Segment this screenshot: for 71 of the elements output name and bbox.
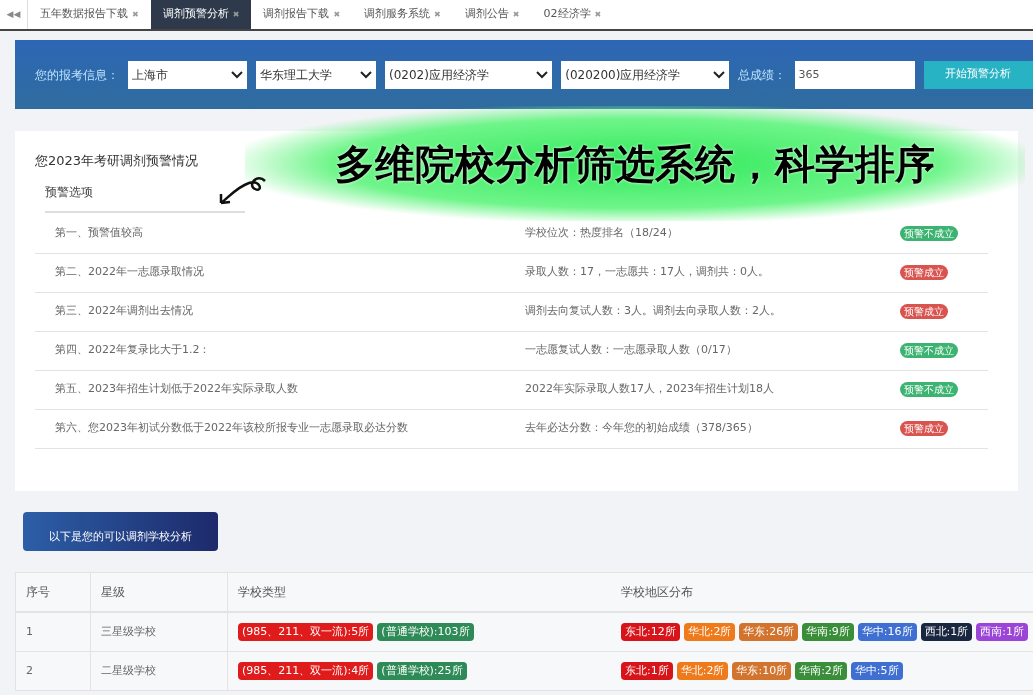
chevron-down-icon xyxy=(231,70,244,79)
warning-item: 第二、2022年一志愿录取情况 xyxy=(54,264,205,281)
card-title: 您2023年考研调剂预警情况 xyxy=(35,152,199,170)
status-badge: 预警不成立 xyxy=(900,226,958,241)
warning-item: 第一、预警值较高 xyxy=(54,225,144,242)
tag: 东北:12所 xyxy=(621,622,680,642)
tag: 华中:5所 xyxy=(850,661,903,681)
form-label: 您的报考信息： xyxy=(35,66,119,84)
tag: 华东:10所 xyxy=(732,661,792,681)
warning-detail: 学校位次：热度排名（18/24） xyxy=(525,225,679,242)
column-header: 序号 xyxy=(16,573,91,611)
tag: 华南:9所 xyxy=(802,622,854,642)
tag: 西南:1所 xyxy=(976,622,1028,642)
tag: 东北:1所 xyxy=(621,661,673,681)
column-header: 预警选项 xyxy=(45,182,245,213)
status-badge: 预警成立 xyxy=(900,304,948,319)
warning-detail: 调剂去向复试人数：3人。调剂去向录取人数：2人。 xyxy=(525,303,782,320)
dropdown[interactable]: (0202)应用经济学 xyxy=(384,60,553,89)
tab[interactable]: 调剂预警分析 ✖ xyxy=(150,0,252,29)
tab[interactable]: 调剂服务系统 ✖ xyxy=(352,0,453,29)
section-button[interactable]: 以下是您的可以调剂学校分析 xyxy=(23,512,218,551)
column-header: 星级 xyxy=(91,573,228,611)
dropdown[interactable]: (020200)应用经济学 xyxy=(561,60,729,89)
table-cell: 三星级学校 xyxy=(91,613,228,651)
tab-scroll-button[interactable]: ◀◀ xyxy=(0,0,28,29)
tag: (普通学校):25所 xyxy=(377,661,467,681)
warning-item: 第六、您2023年初试分数低于2022年该校所报专业一志愿录取必达分数 xyxy=(54,420,409,437)
tab-label: 调剂服务系统 xyxy=(364,6,431,23)
warning-item: 第三、2022年调剂出去情况 xyxy=(54,303,194,320)
tab[interactable]: 调剂公告 ✖ xyxy=(452,0,532,29)
status-badge: 预警成立 xyxy=(900,421,948,436)
chevron-down-icon xyxy=(536,70,549,79)
status-badge: 预警成立 xyxy=(900,265,948,280)
tab-label: 调剂公告 xyxy=(464,6,509,23)
tag: (985、211、双一流):5所 xyxy=(238,622,374,642)
tag: 华北:2所 xyxy=(676,661,729,681)
tab-label: 五年数据报告下载 xyxy=(40,6,128,23)
tab[interactable]: 调剂报告下载 ✖ xyxy=(251,0,353,29)
close-icon[interactable]: ✖ xyxy=(232,8,240,21)
table-cell: 二星级学校 xyxy=(91,652,228,690)
score-field[interactable]: 365 xyxy=(794,60,915,89)
status-badge: 预警不成立 xyxy=(900,382,958,397)
dropdown[interactable]: 上海市 xyxy=(128,60,248,89)
warning-detail: 一志愿复试人数：一志愿录取人数（0/17） xyxy=(525,342,738,359)
warning-item: 第五、2023年招生计划低于2022年实际录取人数 xyxy=(54,381,299,398)
tag: (普通学校):103所 xyxy=(377,622,474,642)
warning-detail: 去年必达分数：今年您的初始成绩（378/365） xyxy=(525,420,759,437)
dropdown[interactable]: 华东理工大学 xyxy=(256,60,376,89)
tag: 华南:2所 xyxy=(795,661,847,681)
status-badge: 预警不成立 xyxy=(900,343,958,358)
column-header: 学校地区分布 xyxy=(620,584,694,601)
table-cell: 1 xyxy=(16,613,91,651)
warning-detail: 2022年实际录取人数17人，2023年招生计划18人 xyxy=(525,381,775,398)
tab-label: 调剂预警分析 xyxy=(162,6,229,23)
chevron-down-icon xyxy=(359,70,372,79)
tag: 华东:26所 xyxy=(739,622,799,642)
tab[interactable]: 02经济学 ✖ xyxy=(531,0,614,29)
caption-text: 多维院校分析筛选系统，科学排序 xyxy=(335,139,935,189)
tab[interactable]: 五年数据报告下载 ✖ xyxy=(28,0,151,29)
tab-label: 02经济学 xyxy=(543,6,591,23)
tag: (985、211、双一流):4所 xyxy=(238,661,374,681)
warning-item: 第四、2022年复录比大于1.2： xyxy=(54,342,212,359)
score-label: 总成绩： xyxy=(737,66,786,84)
tag: 西北:1所 xyxy=(920,622,973,642)
tag: 华北:2所 xyxy=(683,622,736,642)
column-header: 学校类型 xyxy=(237,584,287,601)
tab-label: 调剂报告下载 xyxy=(263,6,330,23)
warning-detail: 录取人数：17，一志愿共：17人，调剂共：0人。 xyxy=(525,264,770,281)
chevron-down-icon xyxy=(712,70,725,79)
tag: 华中:16所 xyxy=(857,622,917,642)
table-cell: 2 xyxy=(16,652,91,690)
